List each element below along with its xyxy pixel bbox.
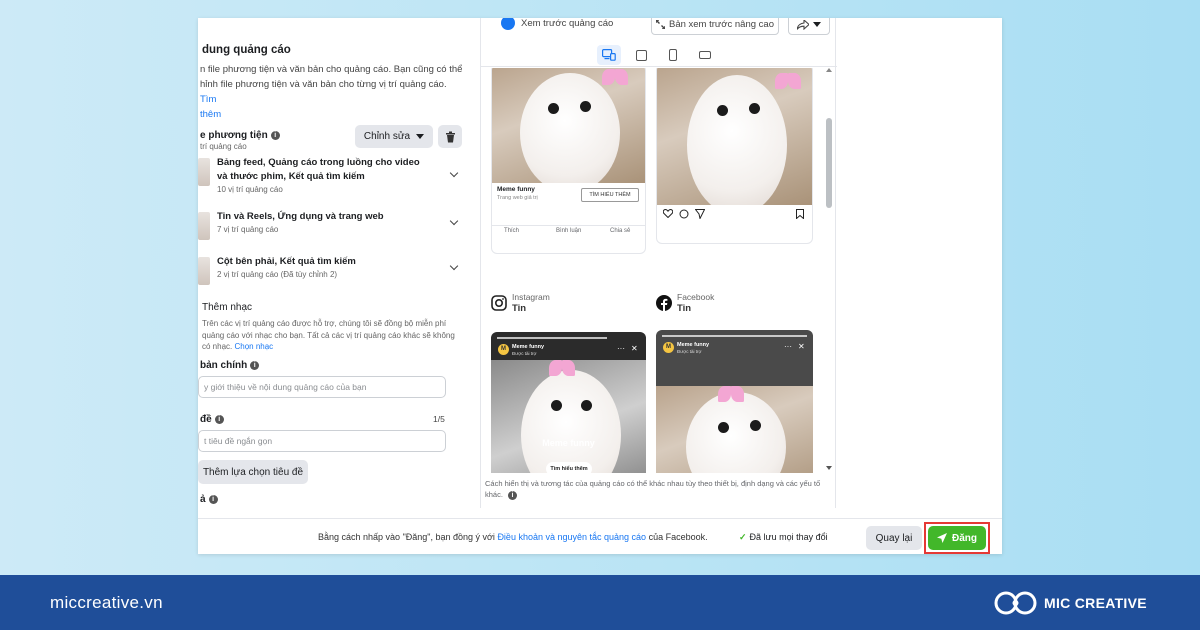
- caret-down-icon: [416, 134, 425, 139]
- preview-scroll-area[interactable]: Meme funny Trang web giả trị TÌM HIỂU TH…: [481, 68, 837, 473]
- story-progress: [662, 335, 807, 337]
- learn-more-link[interactable]: Tìm: [200, 94, 216, 105]
- section-description: n file phương tiện và văn bản cho quảng …: [200, 64, 463, 120]
- saved-status: ✓ Đã lưu mọi thay đổi: [739, 532, 828, 542]
- device-selector: [481, 45, 837, 67]
- brand-name: MIC CREATIVE: [1044, 595, 1147, 611]
- like-action: Thích: [504, 228, 520, 234]
- multi-device-icon: [602, 49, 616, 61]
- comment-action: Bình luận: [556, 228, 582, 234]
- placement-thumbnail: [198, 212, 210, 240]
- device-vertical[interactable]: [661, 45, 685, 65]
- add-music-description: Trên các vị trí quảng cáo được hỗ trợ, c…: [202, 319, 455, 351]
- device-horizontal[interactable]: [693, 45, 717, 65]
- instagram-stories-label: Instagram Tin: [491, 292, 641, 318]
- square-icon: [635, 49, 647, 61]
- preview-toolbar: Xem trước quảng cáo Bản xem trước nâng c…: [481, 18, 837, 40]
- kitten-image: [491, 360, 646, 473]
- media-subtitle: trí quảng cáo: [200, 142, 247, 151]
- primary-text-input[interactable]: y giới thiệu về nội dung quảng cáo của b…: [198, 376, 446, 398]
- preview-toggle-label: Xem trước quảng cáo: [521, 18, 614, 29]
- learn-more-cta: TÌM HIỂU THÊM: [581, 188, 639, 202]
- instagram-icon: [491, 295, 507, 311]
- bookmark-icon: [796, 209, 804, 219]
- delete-button[interactable]: [438, 125, 462, 148]
- media-label: e phương tiện i: [200, 130, 280, 141]
- kitten-image: [657, 68, 812, 205]
- preview-scrollbar[interactable]: [826, 68, 832, 486]
- close-icon: ✕: [798, 342, 805, 351]
- more-icon: ···: [617, 344, 625, 353]
- primary-text-label: bản chính i: [200, 360, 260, 371]
- placement-thumbnail: [198, 257, 210, 285]
- comment-icon: [679, 209, 689, 219]
- back-button[interactable]: Quay lại: [866, 526, 922, 550]
- story-progress: [497, 337, 607, 339]
- scroll-down-icon[interactable]: [826, 466, 832, 470]
- device-square[interactable]: [629, 45, 653, 65]
- section-title: dung quảng cáo: [202, 44, 291, 56]
- scroll-up-icon[interactable]: [826, 68, 832, 72]
- screenshot-frame: dung quảng cáo n file phương tiện và văn…: [198, 18, 1002, 554]
- info-icon[interactable]: i: [508, 490, 518, 500]
- terms-text: Bằng cách nhấp vào "Đăng", bạn đồng ý vớ…: [318, 532, 708, 542]
- learn-more-link-cont[interactable]: thêm: [200, 109, 221, 120]
- website-url: miccreative.vn: [50, 593, 163, 612]
- info-icon[interactable]: i: [250, 360, 260, 370]
- ad-preview-panel: Xem trước quảng cáo Bản xem trước nâng c…: [480, 18, 837, 508]
- info-icon[interactable]: i: [208, 494, 218, 504]
- instagram-feed-preview: [656, 68, 813, 244]
- close-icon: ✕: [631, 344, 638, 353]
- placement-thumbnail: [198, 158, 210, 186]
- publish-button[interactable]: Đăng: [928, 526, 986, 550]
- headline-label: đề i: [200, 414, 224, 425]
- feed-actions: Thích Bình luận Chia sẻ: [492, 225, 645, 239]
- edit-media-button[interactable]: Chỉnh sửa: [355, 125, 433, 148]
- caret-down-icon: [813, 22, 821, 27]
- choose-music-link[interactable]: Chọn nhạc: [234, 342, 273, 351]
- landscape-icon: [699, 51, 711, 59]
- instagram-actions: [657, 206, 812, 222]
- instagram-story-preview: M Meme funny Được tài trợ ··· ✕ Meme fun…: [491, 332, 646, 473]
- facebook-icon: [656, 295, 672, 311]
- publish-bar: Bằng cách nhấp vào "Đăng", bạn đồng ý vớ…: [198, 518, 1002, 554]
- brand-block: MIC CREATIVE: [994, 589, 1154, 617]
- trash-icon: [445, 131, 455, 142]
- send-icon: [695, 209, 705, 219]
- more-icon: ···: [784, 342, 792, 351]
- advanced-preview-button[interactable]: Bản xem trước nâng cao: [651, 18, 779, 35]
- terms-link[interactable]: Điều khoản và nguyên tắc quảng cáo: [497, 532, 646, 542]
- mic-creative-logo-icon: [994, 591, 1037, 615]
- chevron-down-icon[interactable]: [449, 168, 459, 178]
- headline-counter: 1/5: [433, 414, 445, 424]
- facebook-feed-preview: Meme funny Trang web giả trị TÌM HIỂU TH…: [491, 68, 646, 254]
- scrollbar-thumb[interactable]: [826, 118, 832, 208]
- headline-input[interactable]: t tiêu đề ngắn gọn: [198, 430, 446, 452]
- share-icon: [797, 19, 809, 30]
- preview-toggle[interactable]: [501, 18, 515, 30]
- kitten-image: [656, 386, 813, 473]
- portrait-icon: [669, 49, 677, 61]
- feed-caption: Meme funny Trang web giả trị TÌM HIỂU TH…: [492, 183, 645, 223]
- heart-icon: [663, 209, 673, 218]
- kitten-image: [492, 68, 645, 183]
- send-icon: [937, 533, 947, 543]
- facebook-story-preview: M Meme funny Được tài trợ ··· ✕: [656, 330, 813, 473]
- check-icon: ✓: [739, 532, 747, 542]
- preview-disclaimer: Cách hiển thị và tương tác của quảng cáo…: [485, 479, 821, 500]
- expand-icon: [655, 20, 665, 29]
- facebook-stories-label: Facebook Tin: [656, 292, 806, 318]
- add-music-title: Thêm nhạc: [202, 302, 253, 313]
- info-icon[interactable]: i: [214, 414, 224, 424]
- device-all[interactable]: [597, 45, 621, 65]
- chevron-down-icon[interactable]: [449, 261, 459, 271]
- info-icon[interactable]: i: [270, 130, 280, 140]
- brand-footer: miccreative.vn MIC CREATIVE: [0, 575, 1200, 630]
- share-preview-button[interactable]: [788, 18, 830, 35]
- share-action: Chia sẻ: [610, 228, 631, 234]
- chevron-down-icon[interactable]: [449, 216, 459, 226]
- description-label: ải: [200, 494, 218, 505]
- ad-editor-panel: dung quảng cáo n file phương tiện và văn…: [198, 18, 472, 518]
- add-headline-button[interactable]: Thêm lựa chọn tiêu đề: [198, 460, 308, 484]
